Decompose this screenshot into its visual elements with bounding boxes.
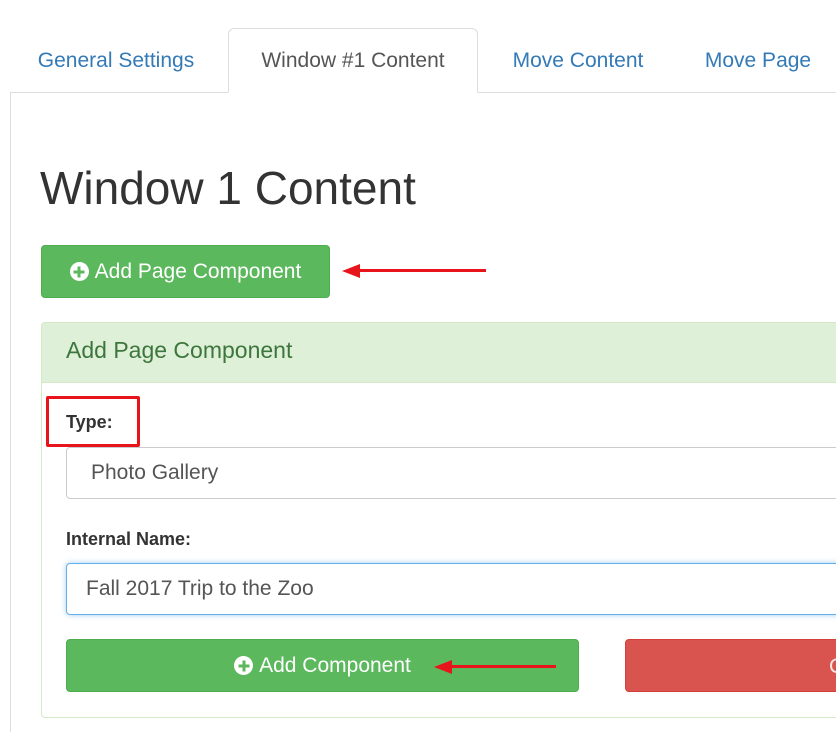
cancel-button-label: C (829, 640, 836, 693)
annotation-arrow-icon (342, 264, 486, 278)
type-select[interactable]: Photo Gallery (66, 447, 836, 499)
tab-move-content[interactable]: Move Content (492, 28, 664, 93)
internal-name-value: Fall 2017 Trip to the Zoo (86, 577, 314, 600)
annotation-arrow-icon (434, 660, 556, 674)
tab-general-settings[interactable]: General Settings (18, 28, 214, 93)
panel-title: Add Page Component (66, 337, 293, 363)
add-page-component-label: Add Page Component (94, 259, 302, 283)
tab-window-1-content[interactable]: Window #1 Content (228, 28, 478, 93)
tab-move-page[interactable]: Move Page (688, 28, 828, 93)
add-page-component-button[interactable]: Add Page Component (41, 245, 330, 298)
type-label: Type: (66, 412, 113, 432)
internal-name-input[interactable]: Fall 2017 Trip to the Zoo (66, 563, 836, 615)
arrow-line (448, 665, 556, 668)
page-title: Window 1 Content (40, 162, 416, 214)
tab-bar: General Settings Window #1 Content Move … (0, 0, 836, 93)
type-select-value: Photo Gallery (91, 461, 219, 484)
plus-circle-icon (69, 262, 89, 281)
plus-circle-icon (234, 656, 254, 675)
arrow-line (356, 269, 486, 272)
internal-name-label: Internal Name: (66, 529, 192, 549)
panel-heading: Add Page Component (42, 323, 836, 383)
cancel-button[interactable]: C (625, 639, 836, 692)
add-component-label: Add Component (259, 653, 411, 677)
